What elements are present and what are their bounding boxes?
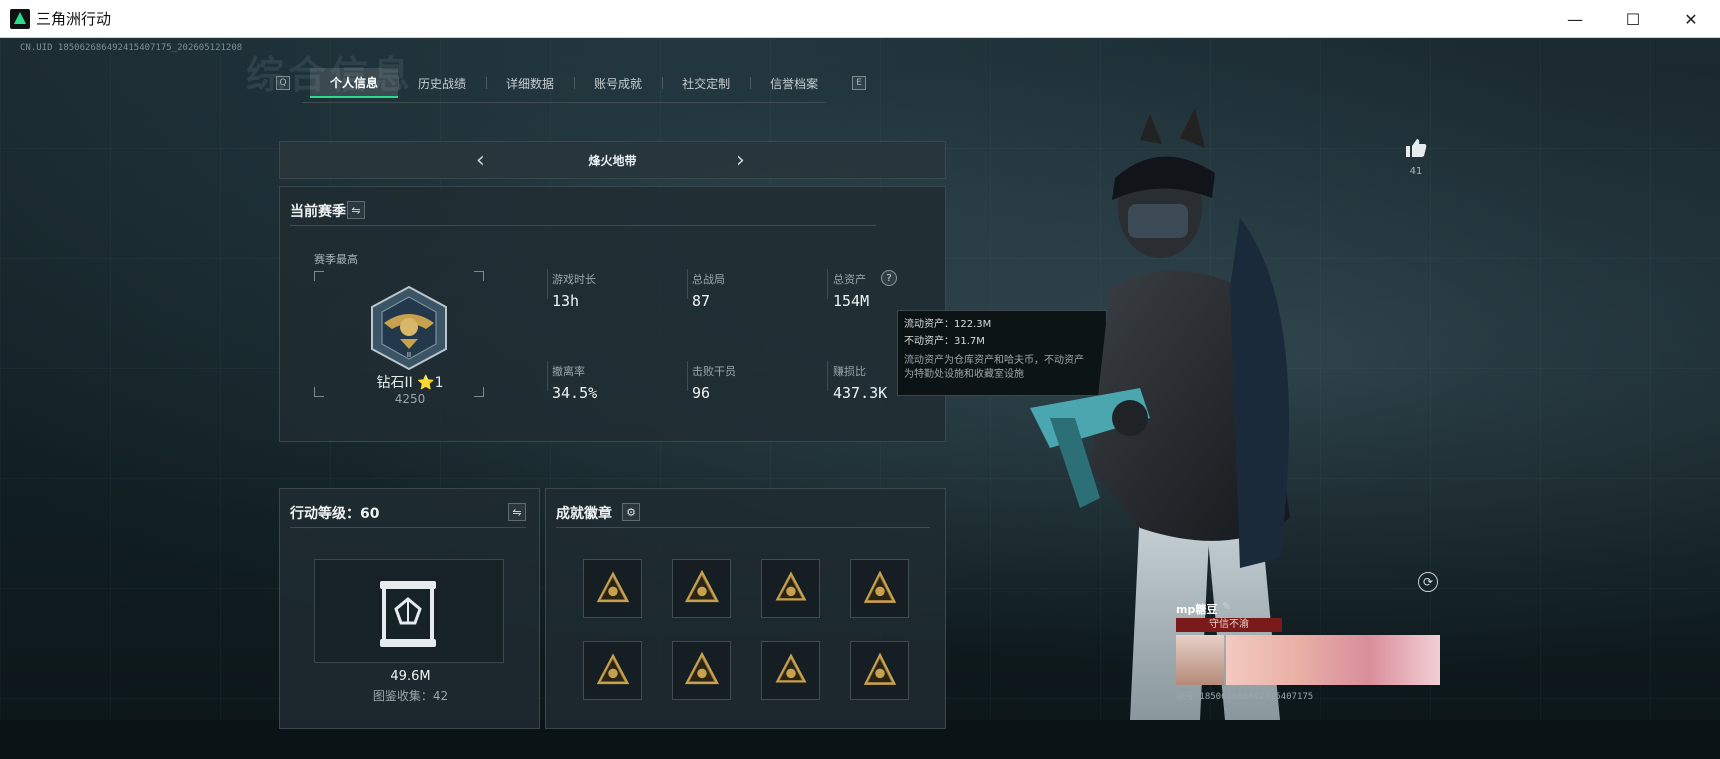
achievement-badge-icon — [775, 652, 806, 682]
minimize-button[interactable]: — — [1546, 0, 1604, 38]
like-count: 41 — [1409, 166, 1423, 177]
window-title: 三角洲行动 — [36, 10, 112, 28]
achievement-badge[interactable] — [672, 641, 731, 700]
like-button[interactable]: 41 — [1404, 138, 1428, 177]
achievement-badge[interactable] — [850, 559, 909, 618]
tab-achievements[interactable]: 账号成就 — [574, 68, 662, 98]
badges-settings-button[interactable]: ⚙ — [622, 503, 640, 521]
window-titlebar: 三角洲行动 — ☐ ✕ — [0, 0, 1720, 38]
diamond-rank-icon: II — [371, 285, 447, 371]
achievement-badge-icon — [863, 651, 896, 685]
stat-kills: 击败干员 96 — [692, 365, 736, 402]
season-switch-button[interactable]: ⇋ — [347, 201, 365, 219]
rank-score: 4250 — [394, 392, 426, 406]
badges-title: 成就徽章 — [556, 506, 612, 522]
profile-id: 编号:185062686492415407175 — [1176, 692, 1314, 702]
stat-divider — [687, 269, 688, 299]
stat-divider — [547, 361, 548, 391]
achievement-badge-icon — [863, 569, 896, 603]
collection-display-icon — [380, 581, 436, 647]
stat-total-assets: 总资产 154M — [833, 273, 870, 310]
assets-help-icon[interactable]: ? — [881, 270, 897, 286]
tab-social[interactable]: 社交定制 — [662, 68, 750, 98]
badges-panel: 成就徽章 ⚙ — [545, 488, 946, 729]
achievement-badge-icon — [596, 570, 629, 602]
rank-frame-corner — [474, 271, 484, 281]
edit-name-icon[interactable]: ✎ — [1222, 600, 1231, 613]
app-logo-icon — [10, 8, 30, 29]
mode-label: 烽火地带 — [588, 153, 637, 168]
season-best-label: 赛季最高 — [314, 253, 358, 266]
stat-divider — [827, 361, 828, 391]
tab-key-left[interactable]: Q — [276, 76, 290, 90]
stat-total-matches: 总战局 87 — [692, 273, 725, 310]
collection-count: 图鉴收集：42 — [372, 689, 449, 703]
tab-reputation[interactable]: 信誉档案 — [750, 68, 838, 98]
mode-prev-button[interactable]: ‹ — [476, 148, 485, 173]
level-switch-button[interactable]: ⇋ — [508, 503, 526, 521]
level-panel: 行动等级：60 ⇋ 49.6M 图鉴收集：42 — [279, 488, 540, 729]
achievement-badge-icon — [775, 570, 806, 600]
tab-key-right[interactable]: E — [852, 76, 867, 90]
rank-name: 钻石II ⭐1 — [376, 375, 444, 391]
level-divider — [290, 527, 526, 528]
rank-frame-corner — [314, 271, 324, 281]
tab-bar: Q 个人信息 历史战绩 详细数据 账号成就 社交定制 信誉档案 E — [276, 68, 867, 98]
thumbs-up-icon — [1406, 139, 1427, 157]
profile-title-tag: 守信不渝 — [1176, 618, 1282, 632]
stat-play-time: 游戏时长 13h — [552, 273, 596, 310]
stat-divider — [827, 269, 828, 299]
season-divider — [290, 225, 876, 226]
collection-value: 49.6M — [390, 669, 431, 684]
achievement-badge[interactable] — [583, 641, 642, 700]
refresh-icon[interactable]: ⟳ — [1418, 572, 1438, 592]
avatar — [1176, 635, 1224, 685]
tab-detail-data[interactable]: 详细数据 — [486, 68, 574, 98]
profile-card[interactable]: mp糖豆 ✎ 守信不渝 编号:185062686492415407175 — [1166, 600, 1440, 715]
achievement-badge[interactable] — [672, 559, 731, 618]
level-title: 行动等级：60 — [290, 506, 380, 522]
svg-text:II: II — [407, 351, 411, 359]
close-button[interactable]: ✕ — [1662, 0, 1720, 38]
season-panel: 当前赛季 ⇋ 赛季最高 II 钻石II ⭐1 4250 游戏时长 13h 总战局… — [279, 186, 946, 442]
achievement-badge[interactable] — [583, 559, 642, 618]
season-title: 当前赛季 — [290, 204, 346, 220]
tab-history[interactable]: 历史战绩 — [398, 68, 486, 98]
profile-banner — [1226, 635, 1440, 685]
mode-selector: ‹ 烽火地带 › — [279, 141, 946, 179]
achievement-badge-icon — [596, 652, 629, 684]
stat-divider — [547, 269, 548, 299]
tab-personal-info[interactable]: 个人信息 — [310, 68, 399, 98]
tab-divider — [302, 102, 826, 103]
uid-text: CN.UID 185062686492415407175_20260512120… — [20, 43, 243, 53]
achievement-badge[interactable] — [850, 641, 909, 700]
stat-profit-ratio: 赚损比 437.3K — [833, 365, 888, 402]
maximize-button[interactable]: ☐ — [1604, 0, 1662, 38]
profile-name: mp糖豆 — [1176, 603, 1218, 616]
achievement-badge[interactable] — [761, 559, 820, 618]
mode-next-button[interactable]: › — [736, 148, 745, 173]
stat-extract-rate: 撤离率 34.5% — [552, 365, 598, 402]
badges-divider — [556, 527, 930, 528]
achievement-badge[interactable] — [761, 641, 820, 700]
game-scene: CN.UID 185062686492415407175_20260512120… — [0, 38, 1720, 759]
achievement-badge-icon — [684, 651, 719, 684]
stat-divider — [687, 361, 688, 391]
badge-grid — [583, 559, 909, 700]
achievement-badge-icon — [684, 569, 719, 602]
